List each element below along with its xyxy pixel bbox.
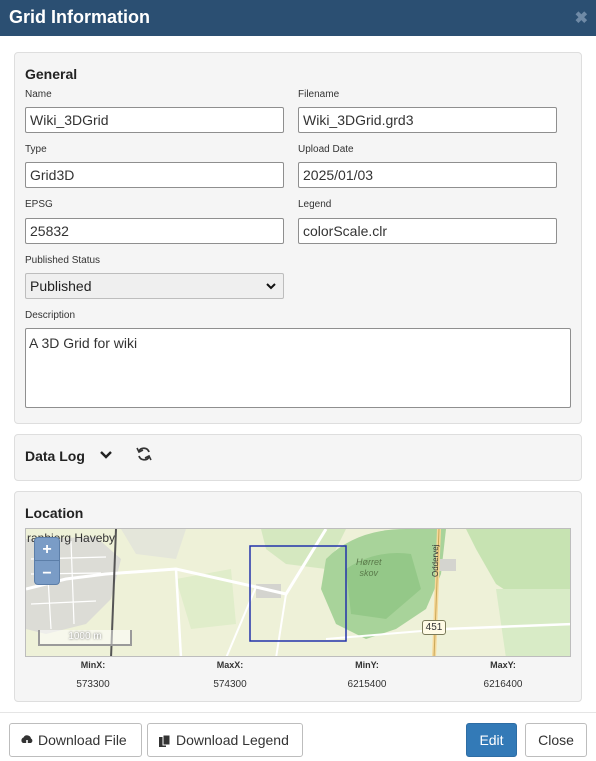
general-panel: General Name Wiki_3DGrid Filename Wiki_3…	[14, 52, 582, 424]
maxx-value: 574300	[213, 679, 247, 690]
name-label: Name	[25, 89, 52, 100]
published-status-value: Published	[30, 278, 92, 294]
minx-value: 573300	[76, 679, 110, 690]
epsg-label: EPSG	[25, 199, 53, 210]
refresh-icon[interactable]	[136, 446, 152, 462]
epsg-field[interactable]: 25832	[25, 218, 284, 244]
map-scale-bar: 1000 m	[38, 630, 132, 646]
type-label: Type	[25, 144, 47, 155]
dialog-title: Grid Information	[9, 7, 150, 27]
description-label: Description	[25, 310, 76, 321]
maxy-value: 6216400	[483, 679, 523, 690]
edit-button[interactable]: Edit	[466, 723, 517, 757]
download-legend-label: Download Legend	[176, 732, 289, 748]
close-icon[interactable]: ✖	[575, 8, 588, 28]
published-status-label: Published Status	[25, 255, 101, 266]
filename-field[interactable]: Wiki_3DGrid.grd3	[298, 107, 557, 133]
data-log-panel: Data Log	[14, 434, 582, 481]
location-map[interactable]: ranbjerg Haveby Hørret skov Oddervej 451…	[25, 528, 571, 657]
type-field[interactable]: Grid3D	[25, 162, 284, 188]
published-status-select[interactable]: Published	[25, 273, 284, 299]
chevron-down-icon[interactable]	[99, 449, 113, 461]
maxx-label: MaxX:	[216, 660, 244, 670]
minx-label: MinX:	[80, 660, 106, 670]
legend-field[interactable]: colorScale.clr	[298, 218, 557, 244]
map-forest-label: Hørret skov	[356, 557, 382, 578]
map-road-shield: 451	[422, 620, 446, 635]
download-file-button[interactable]: Download File	[9, 723, 142, 757]
description-textarea[interactable]: A 3D Grid for wiki	[25, 328, 571, 408]
map-zoom-control: + −	[34, 537, 60, 585]
file-copy-icon	[159, 734, 171, 748]
location-panel: Location ranbjerg Haveby Hørret skov Odd…	[14, 491, 582, 702]
general-heading: General	[25, 66, 78, 82]
name-field[interactable]: Wiki_3DGrid	[25, 107, 284, 133]
legend-label: Legend	[298, 199, 332, 210]
upload-date-field[interactable]: 2025/01/03	[298, 162, 557, 188]
miny-label: MinY:	[355, 660, 379, 670]
filename-label: Filename	[298, 89, 340, 100]
dialog-titlebar: Grid Information ✖	[0, 0, 596, 36]
upload-date-label: Upload Date	[298, 144, 354, 155]
download-legend-button[interactable]: Download Legend	[147, 723, 303, 757]
miny-value: 6215400	[347, 679, 387, 690]
chevron-down-icon	[266, 283, 276, 290]
zoom-out-button[interactable]: −	[35, 562, 59, 585]
maxy-label: MaxY:	[490, 660, 516, 670]
cloud-download-icon	[21, 735, 33, 749]
location-heading: Location	[25, 505, 84, 521]
zoom-in-button[interactable]: +	[35, 538, 59, 561]
close-button[interactable]: Close	[525, 723, 587, 757]
download-file-label: Download File	[38, 732, 127, 748]
grid-information-dialog: Grid Information ✖ General Name Wiki_3DG…	[0, 0, 596, 761]
data-log-heading[interactable]: Data Log	[25, 448, 85, 464]
map-road-label: Oddervej	[431, 544, 440, 577]
footer-divider	[0, 712, 596, 713]
